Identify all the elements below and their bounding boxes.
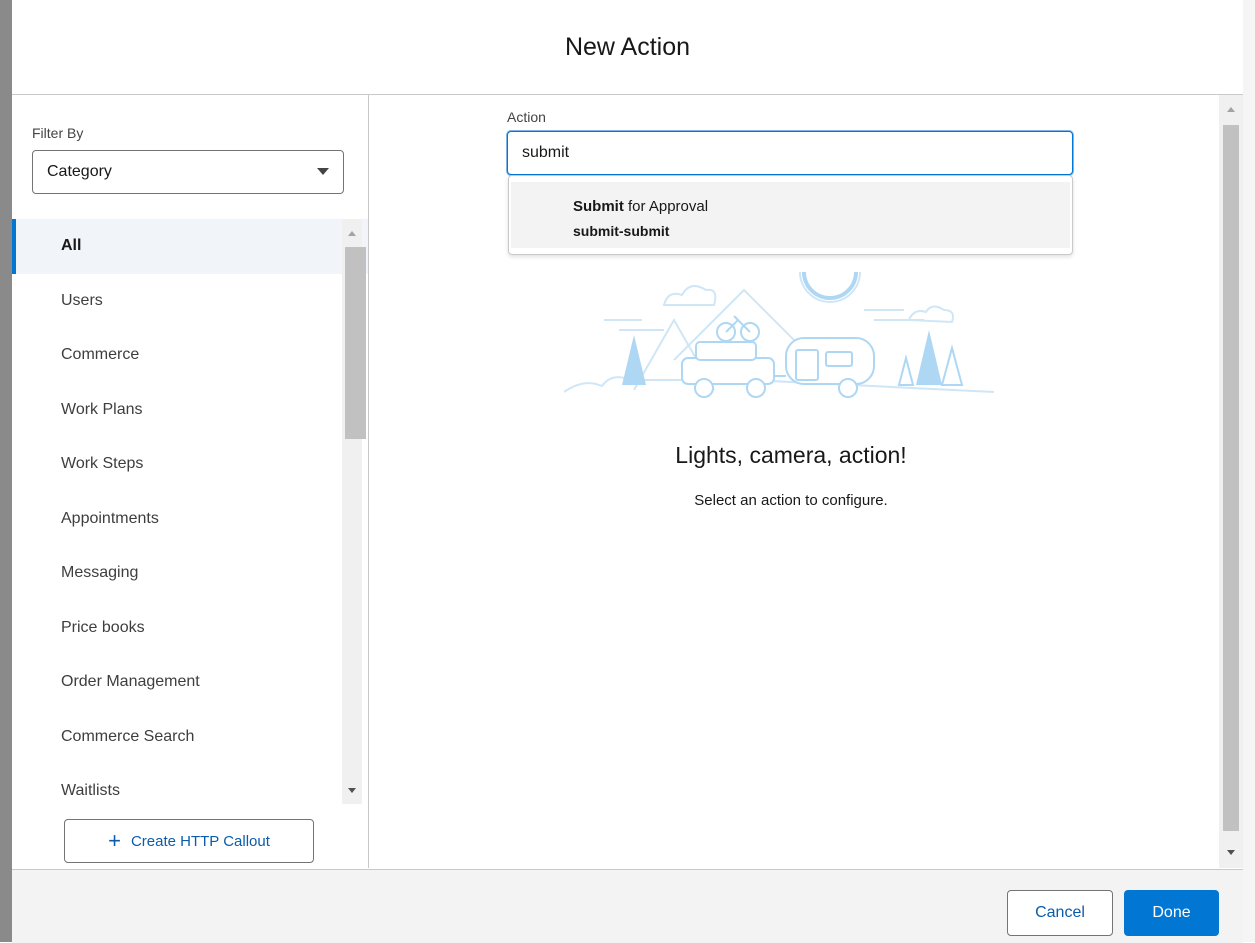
category-label: Order Management	[61, 673, 200, 691]
category-label: Price books	[61, 618, 145, 636]
dropdown-option-submit-for-approval[interactable]: Submit for Approval submit-submit	[511, 182, 1070, 248]
plus-icon: +	[108, 828, 121, 853]
scroll-down-arrow-icon[interactable]	[348, 788, 356, 793]
category-item-users[interactable]: Users	[12, 274, 368, 329]
modal-title: New Action	[564, 32, 691, 61]
action-main-panel: Action submit Lights, camera, action! Se…	[369, 95, 1219, 868]
overlay-edge-right	[1243, 0, 1255, 942]
chevron-down-icon	[317, 168, 329, 175]
scroll-up-arrow-icon[interactable]	[1227, 107, 1235, 112]
scroll-up-arrow-icon[interactable]	[348, 231, 356, 236]
category-item-messaging[interactable]: Messaging	[12, 546, 368, 601]
empty-state-subtitle: Select an action to configure.	[694, 492, 888, 509]
filter-select-value: Category	[47, 163, 112, 180]
category-sidebar: Filter By Category All Users Commerce Wo…	[12, 95, 369, 868]
category-list: All Users Commerce Work Plans Work Steps…	[12, 219, 368, 804]
category-label: Commerce	[61, 346, 140, 364]
action-label: Action	[507, 109, 546, 125]
new-action-modal: New Action Filter By Category All Users …	[12, 0, 1243, 943]
option-title: Submit for Approval	[573, 198, 708, 215]
overlay-edge-left	[0, 0, 12, 942]
main-panel-scrollbar[interactable]	[1219, 95, 1243, 868]
category-label: All	[61, 237, 82, 255]
category-label: Waitlists	[61, 782, 120, 800]
create-http-callout-label: Create HTTP Callout	[130, 832, 270, 850]
category-label: Commerce Search	[61, 727, 195, 745]
action-search-input[interactable]	[507, 131, 1073, 175]
category-item-work-steps[interactable]: Work Steps	[12, 437, 368, 492]
create-http-callout-button[interactable]: + Create HTTP Callout	[64, 819, 314, 863]
filter-by-select[interactable]: Category	[32, 150, 344, 194]
empty-state-illustration	[564, 271, 995, 398]
filter-label: Filter By	[32, 125, 84, 141]
category-item-commerce[interactable]: Commerce	[12, 328, 368, 383]
category-label: Messaging	[61, 564, 139, 582]
cancel-button[interactable]: Cancel	[1007, 890, 1113, 936]
category-item-work-plans[interactable]: Work Plans	[12, 383, 368, 438]
action-search-dropdown: Submit for Approval submit-submit	[508, 175, 1073, 255]
modal-footer: Cancel Done	[12, 869, 1243, 943]
empty-state-title: Lights, camera, action!	[675, 442, 907, 468]
category-item-price-books[interactable]: Price books	[12, 601, 368, 656]
category-item-commerce-search[interactable]: Commerce Search	[12, 710, 368, 765]
scroll-down-arrow-icon[interactable]	[1227, 850, 1235, 855]
option-match-text: Submit	[573, 198, 624, 215]
category-label: Work Plans	[61, 400, 143, 418]
scrollbar-thumb[interactable]	[345, 247, 366, 439]
modal-header: New Action	[12, 0, 1243, 95]
category-item-appointments[interactable]: Appointments	[12, 492, 368, 547]
category-label: Work Steps	[61, 455, 144, 473]
option-rest-text: for Approval	[623, 198, 709, 215]
category-item-order-management[interactable]: Order Management	[12, 655, 368, 710]
scrollbar-thumb[interactable]	[1223, 125, 1239, 831]
category-item-waitlists[interactable]: Waitlists	[12, 764, 368, 804]
category-list-scrollbar[interactable]	[342, 219, 366, 804]
category-label: Users	[61, 291, 103, 309]
option-api-name: submit-submit	[573, 223, 670, 239]
category-label: Appointments	[61, 509, 159, 527]
category-item-all[interactable]: All	[12, 219, 368, 274]
done-button[interactable]: Done	[1124, 890, 1219, 936]
